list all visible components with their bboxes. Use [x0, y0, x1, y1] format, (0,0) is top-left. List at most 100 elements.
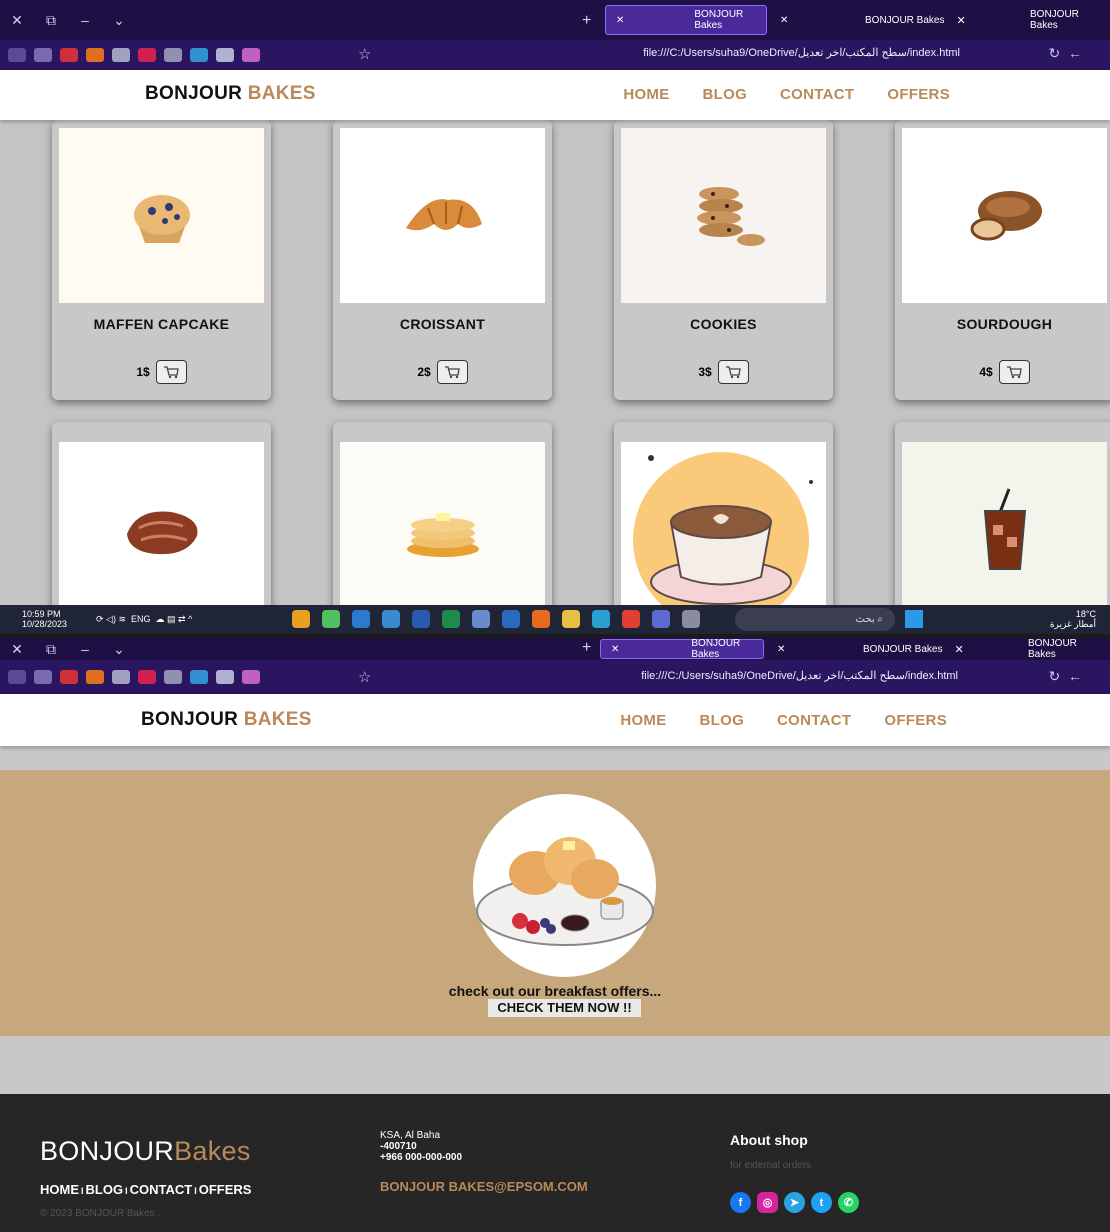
tab-list-icon[interactable]: ⧉ — [34, 641, 68, 658]
browser-tab[interactable]: BONJOUR Bakes — [1020, 5, 1110, 35]
share-icon[interactable] — [34, 48, 52, 62]
new-tab-icon[interactable]: + — [582, 12, 591, 30]
vscode-icon[interactable] — [352, 610, 370, 628]
teams-icon[interactable] — [652, 610, 670, 628]
browser-tab[interactable]: ✕ — [767, 639, 795, 659]
menu-icon[interactable] — [8, 48, 26, 62]
tab-close-icon[interactable]: ✕ — [956, 14, 965, 27]
reload-icon[interactable]: ↻ ← — [1048, 45, 1082, 62]
extension-icon[interactable] — [112, 48, 130, 62]
shield-icon[interactable] — [164, 670, 182, 684]
browser-tab[interactable]: ✕ — [770, 5, 798, 35]
extension-icon[interactable] — [138, 670, 156, 684]
browser-tab[interactable]: ✕ BONJOUR Bakes — [605, 5, 767, 35]
browser-tab[interactable]: ✕ BONJOUR Bakes — [600, 638, 764, 660]
folder-icon[interactable] — [562, 610, 580, 628]
pocket-icon[interactable] — [242, 48, 260, 62]
chevron-down-icon[interactable]: ⌄ — [102, 641, 136, 658]
windows-start-icon[interactable] — [905, 610, 923, 628]
footer-link-blog[interactable]: BLOG — [86, 1182, 124, 1197]
add-to-cart-button[interactable] — [436, 360, 468, 384]
menu-icon[interactable] — [8, 670, 26, 684]
nav-contact[interactable]: CONTACT — [777, 712, 851, 729]
minimize-icon[interactable]: – — [68, 12, 102, 28]
extension-icon[interactable] — [216, 48, 234, 62]
footer-link-home[interactable]: HOME — [40, 1182, 79, 1197]
extension-icon[interactable] — [86, 670, 104, 684]
extension-icon[interactable] — [216, 670, 234, 684]
edge-icon[interactable] — [592, 610, 610, 628]
notepad-icon[interactable] — [382, 610, 400, 628]
bookmark-star-icon[interactable]: ☆ — [358, 45, 371, 63]
check-offers-button[interactable]: CHECK THEM NOW !! — [488, 999, 641, 1017]
close-icon[interactable]: ✕ — [0, 641, 34, 658]
outlook-icon[interactable] — [502, 610, 520, 628]
system-tray[interactable]: ⟳ ◁) ≋ ENG ☁ ▤ ⇄ ^ — [96, 614, 192, 625]
product-card — [614, 422, 833, 605]
instagram-icon[interactable]: ◎ — [757, 1192, 778, 1213]
email-link[interactable]: BONJOUR BAKES@EPSOM.COM — [380, 1179, 588, 1194]
url-bar[interactable]: file:///C:/Users/suha9/OneDrive/سطح المك… — [641, 669, 958, 682]
product-card — [333, 422, 552, 605]
site-logo[interactable]: BONJOUR BAKES — [145, 83, 316, 105]
url-bar[interactable]: file:///C:/Users/suha9/OneDrive/سطح المك… — [643, 46, 960, 59]
extension-icon[interactable] — [86, 48, 104, 62]
nav-blog[interactable]: BLOG — [700, 712, 745, 729]
taskbar-apps — [280, 610, 700, 628]
new-tab-icon[interactable]: + — [582, 639, 591, 657]
nav-blog[interactable]: BLOG — [703, 86, 748, 103]
close-icon[interactable]: ✕ — [0, 12, 34, 29]
extension-icon[interactable] — [112, 670, 130, 684]
telegram-icon[interactable]: ➤ — [784, 1192, 805, 1213]
pocket-icon[interactable] — [242, 670, 260, 684]
nav-offers[interactable]: OFFERS — [887, 86, 950, 103]
extension-icon[interactable] — [190, 670, 208, 684]
minimize-icon[interactable]: – — [68, 641, 102, 657]
tab-close-icon[interactable]: ✕ — [616, 15, 624, 26]
excel-icon[interactable] — [442, 610, 460, 628]
app-icon[interactable] — [682, 610, 700, 628]
nav-home[interactable]: HOME — [620, 712, 666, 729]
tab-list-icon[interactable]: ⧉ — [34, 12, 68, 29]
chevron-down-icon[interactable]: ⌄ — [102, 12, 136, 29]
weather-desc: أمطار غزيرة — [1049, 619, 1096, 629]
firefox-icon[interactable] — [532, 610, 550, 628]
nav-offers[interactable]: OFFERS — [884, 712, 947, 729]
language-indicator[interactable]: ENG — [131, 614, 151, 624]
extension-icon[interactable] — [60, 670, 78, 684]
extension-icon[interactable] — [138, 48, 156, 62]
reload-icon[interactable]: ↻ ← — [1048, 668, 1082, 685]
add-to-cart-button[interactable] — [717, 360, 749, 384]
bread-icon — [970, 190, 1042, 240]
taskbar-search[interactable]: بحث ⌕ — [735, 608, 895, 631]
app-icon[interactable] — [472, 610, 490, 628]
browser-tab[interactable]: BONJOUR Bakes ✕ — [853, 639, 974, 659]
footer-link-contact[interactable]: CONTACT — [130, 1182, 193, 1197]
app-icon[interactable] — [322, 610, 340, 628]
nav-home[interactable]: HOME — [623, 86, 669, 103]
share-icon[interactable] — [34, 670, 52, 684]
tab-close-icon[interactable]: ✕ — [780, 15, 788, 26]
extension-icon[interactable] — [60, 48, 78, 62]
app-icon[interactable] — [292, 610, 310, 628]
site-logo[interactable]: BONJOUR BAKES — [141, 709, 312, 731]
word-icon[interactable] — [412, 610, 430, 628]
spacer — [0, 746, 1110, 770]
twitter-icon[interactable]: t — [811, 1192, 832, 1213]
tab-close-icon[interactable]: ✕ — [954, 643, 963, 656]
add-to-cart-button[interactable] — [155, 360, 187, 384]
tab-close-icon[interactable]: ✕ — [777, 644, 785, 655]
tab-close-icon[interactable]: ✕ — [611, 644, 619, 655]
chrome-icon[interactable] — [622, 610, 640, 628]
facebook-icon[interactable]: f — [730, 1192, 751, 1213]
browser-tab[interactable]: BONJOUR Bakes ✕ — [855, 5, 976, 35]
browser-tab[interactable]: BONJOUR Bakes — [1018, 638, 1110, 660]
whatsapp-icon[interactable]: ✆ — [838, 1192, 859, 1213]
footer-link-offers[interactable]: OFFERS — [199, 1182, 252, 1197]
bookmark-star-icon[interactable]: ☆ — [358, 668, 371, 686]
extension-icon[interactable] — [190, 48, 208, 62]
shield-icon[interactable] — [164, 48, 182, 62]
nav-contact[interactable]: CONTACT — [780, 86, 854, 103]
add-to-cart-button[interactable] — [998, 360, 1030, 384]
spacer — [0, 1036, 1110, 1094]
